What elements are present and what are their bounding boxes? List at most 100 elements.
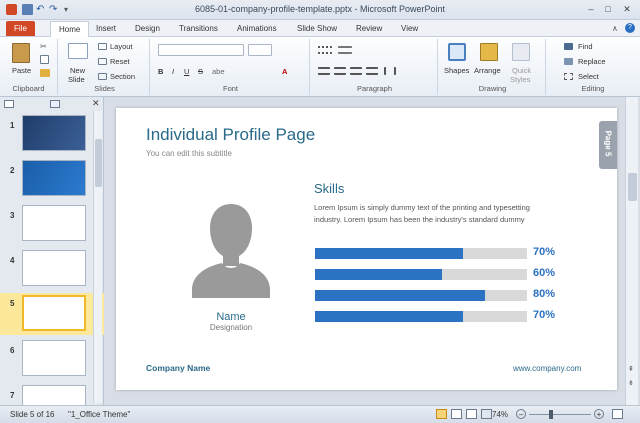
thumbnail-number: 1 bbox=[10, 121, 15, 130]
thumbnail-row[interactable]: 1 bbox=[0, 115, 104, 155]
shapes-button[interactable]: Shapes bbox=[444, 66, 469, 75]
reading-view-icon[interactable] bbox=[466, 409, 477, 419]
close-button[interactable]: ✕ bbox=[620, 3, 634, 15]
thumbnail-row[interactable]: 2 bbox=[0, 160, 104, 200]
underline-icon[interactable]: U bbox=[184, 67, 189, 76]
binoculars-icon bbox=[564, 43, 573, 50]
tab-animations[interactable]: Animations bbox=[231, 23, 283, 34]
font-family-dropdown[interactable] bbox=[158, 44, 244, 56]
slide-sorter-icon[interactable] bbox=[451, 409, 462, 419]
thumbnail-number: 7 bbox=[10, 391, 15, 400]
scrollbar-thumb[interactable] bbox=[95, 139, 102, 187]
select-button[interactable]: Select bbox=[578, 72, 599, 81]
thumbnail-row[interactable]: 7 bbox=[0, 385, 104, 405]
reset-button[interactable]: Reset bbox=[110, 57, 130, 66]
paste-icon[interactable] bbox=[12, 43, 30, 63]
slide-thumbnail[interactable] bbox=[22, 385, 86, 405]
tab-slide-show[interactable]: Slide Show bbox=[291, 23, 343, 34]
justify-icon[interactable] bbox=[366, 67, 378, 75]
ribbon-minimize-icon[interactable]: ∧ bbox=[612, 24, 618, 33]
copy-icon[interactable] bbox=[40, 55, 49, 64]
replace-button[interactable]: Replace bbox=[578, 57, 606, 66]
cut-icon[interactable]: ✂ bbox=[40, 43, 50, 51]
bold-icon[interactable]: B bbox=[158, 67, 163, 76]
bullets-icon[interactable] bbox=[318, 46, 332, 54]
editor-scrollbar[interactable]: ⇞ ⇟ bbox=[625, 97, 638, 405]
tab-transitions[interactable]: Transitions bbox=[173, 23, 224, 34]
format-painter-icon[interactable] bbox=[40, 69, 50, 77]
font-color-icon[interactable]: A bbox=[282, 67, 287, 76]
thumbnail-row[interactable]: 6 bbox=[0, 340, 104, 380]
profile-avatar bbox=[192, 198, 270, 298]
tab-home[interactable]: Home bbox=[50, 21, 90, 37]
font-size-dropdown[interactable] bbox=[248, 44, 272, 56]
zoom-slider[interactable] bbox=[529, 410, 591, 419]
editing-group: Find Replace Select Editing bbox=[548, 39, 638, 95]
outline-tab-icon[interactable] bbox=[50, 100, 60, 108]
tab-review[interactable]: Review bbox=[350, 23, 388, 34]
zoom-in-icon[interactable]: + bbox=[594, 409, 604, 419]
slide-thumbnail[interactable] bbox=[22, 205, 86, 241]
slides-group: New Slide Layout Reset Section Slides bbox=[60, 39, 150, 95]
scrollbar-thumb[interactable] bbox=[628, 173, 637, 201]
slide-thumbnail[interactable] bbox=[22, 250, 86, 286]
zoom-level[interactable]: 74% bbox=[492, 410, 508, 419]
quick-styles-label-2[interactable]: Styles bbox=[510, 75, 530, 84]
previous-slide-icon[interactable]: ⇞ bbox=[628, 365, 634, 373]
next-slide-icon[interactable]: ⇟ bbox=[628, 379, 634, 387]
new-slide-label-2[interactable]: Slide bbox=[68, 75, 85, 84]
thumbnail-row[interactable]: 3 bbox=[0, 205, 104, 245]
slide-thumbnail[interactable] bbox=[22, 340, 86, 376]
close-pane-icon[interactable]: ✕ bbox=[92, 98, 100, 109]
quick-styles-icon[interactable] bbox=[512, 43, 530, 61]
thumbnail-scrollbar[interactable] bbox=[93, 111, 102, 403]
tab-insert[interactable]: Insert bbox=[90, 23, 122, 34]
slide-thumbnail[interactable] bbox=[22, 295, 86, 331]
slide-subtitle: You can edit this subtitle bbox=[146, 149, 232, 158]
zoom-out-icon[interactable]: – bbox=[516, 409, 526, 419]
new-slide-label-1[interactable]: New bbox=[70, 66, 85, 75]
align-center-icon[interactable] bbox=[334, 67, 346, 75]
new-slide-icon[interactable] bbox=[68, 43, 88, 59]
arrange-icon[interactable] bbox=[480, 43, 498, 61]
drawing-group-label: Drawing bbox=[478, 84, 507, 93]
paste-label[interactable]: Paste bbox=[12, 66, 31, 75]
strikethrough-icon[interactable]: S bbox=[198, 67, 203, 76]
section-button[interactable]: Section bbox=[110, 72, 135, 81]
skill-percent: 70% bbox=[533, 246, 556, 258]
shapes-icon[interactable] bbox=[448, 43, 466, 61]
tab-design[interactable]: Design bbox=[129, 23, 166, 34]
tab-view[interactable]: View bbox=[395, 23, 424, 34]
reset-icon[interactable] bbox=[98, 58, 107, 65]
clipboard-group: Paste ✂ Clipboard bbox=[0, 39, 58, 95]
layout-button[interactable]: Layout bbox=[110, 42, 133, 51]
normal-view-icon[interactable] bbox=[436, 409, 447, 419]
thumbnail-row-selected[interactable]: 5 bbox=[0, 293, 104, 335]
slide-thumbnail[interactable] bbox=[22, 160, 86, 196]
slide-show-icon[interactable] bbox=[481, 409, 492, 419]
thumbnail-row[interactable]: 4 bbox=[0, 250, 104, 290]
arrange-button[interactable]: Arrange bbox=[474, 66, 501, 75]
numbering-icon[interactable] bbox=[338, 46, 352, 54]
section-icon[interactable] bbox=[98, 73, 107, 80]
zoom-slider-thumb[interactable] bbox=[549, 410, 553, 419]
minimize-button[interactable]: – bbox=[584, 3, 598, 15]
columns-icon[interactable] bbox=[384, 67, 396, 75]
find-button[interactable]: Find bbox=[578, 42, 593, 51]
layout-icon[interactable] bbox=[98, 43, 107, 50]
maximize-button[interactable]: □ bbox=[601, 3, 615, 15]
quick-styles-label-1[interactable]: Quick bbox=[512, 66, 531, 75]
ribbon-tabs: File Home Insert Design Transitions Anim… bbox=[0, 20, 640, 37]
align-right-icon[interactable] bbox=[350, 67, 362, 75]
slides-tab-icon[interactable] bbox=[4, 100, 14, 108]
title-bar: ↶ ↷ ▾ 6085-01-company-profile-template.p… bbox=[0, 0, 640, 20]
skill-bar-fill bbox=[315, 290, 485, 301]
tab-file[interactable]: File bbox=[6, 21, 35, 36]
shadow-icon[interactable]: abe bbox=[212, 67, 225, 76]
italic-icon[interactable]: I bbox=[172, 67, 174, 76]
slide-thumbnail[interactable] bbox=[22, 115, 86, 151]
help-icon[interactable]: ? bbox=[625, 23, 635, 33]
align-left-icon[interactable] bbox=[318, 67, 330, 75]
clipboard-group-label: Clipboard bbox=[12, 84, 45, 93]
fit-to-window-icon[interactable] bbox=[612, 409, 623, 419]
